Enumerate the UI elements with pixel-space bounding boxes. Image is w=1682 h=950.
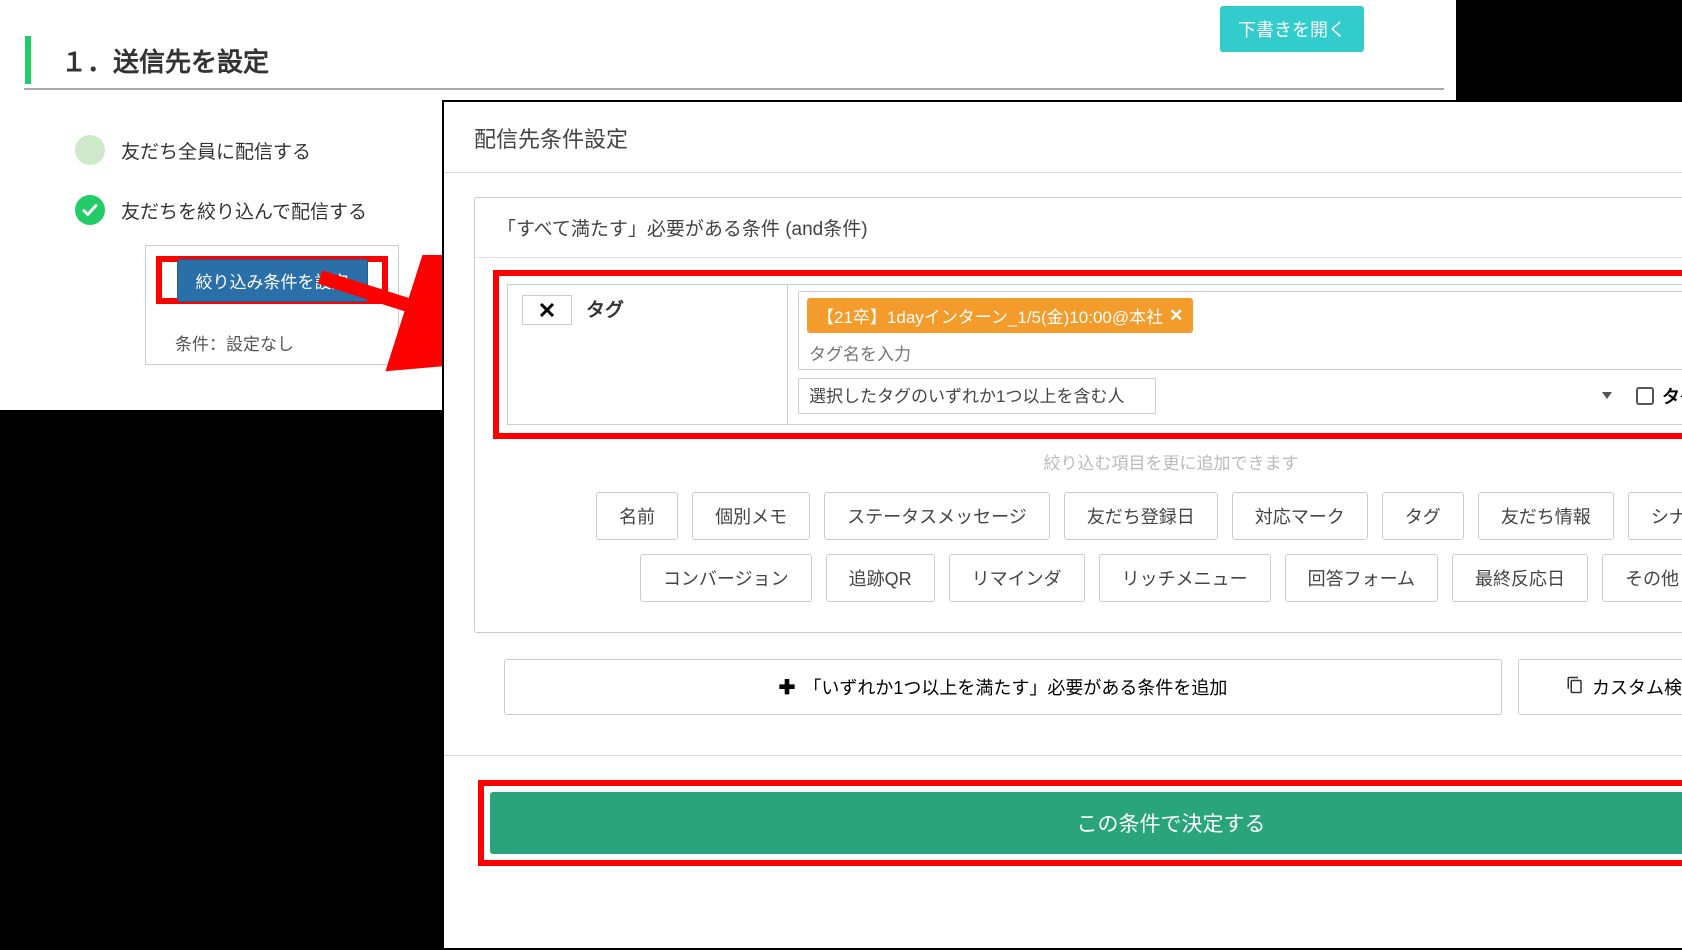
copy-label: カスタム検索からコピー xyxy=(1592,674,1682,700)
add-or-condition-button[interactable]: ✚ 「いずれか1つ以上を満たす」必要がある条件を追加 xyxy=(504,659,1502,715)
filter-item-14[interactable]: その他 xyxy=(1602,554,1682,602)
filter-item-0[interactable]: 名前 xyxy=(596,492,678,540)
filter-item-3[interactable]: 友だち登録日 xyxy=(1064,492,1218,540)
tag-condition-row: タグ 【21卒】1dayインターン_1/5(金)10:00@本社 ✕ ▾ xyxy=(507,284,1682,425)
filter-item-6[interactable]: 友だち情報 xyxy=(1478,492,1614,540)
filter-item-buttons: 名前個別メモステータスメッセージ友だち登録日対応マークタグ友だち情報シナリオコン… xyxy=(493,492,1682,602)
modal-header: 配信先条件設定 × xyxy=(444,102,1682,173)
radio-checked-icon xyxy=(75,195,105,225)
confirm-button[interactable]: この条件で決定する xyxy=(490,792,1682,854)
copy-from-custom-button[interactable]: カスタム検索からコピー xyxy=(1518,659,1682,715)
filter-item-12[interactable]: 回答フォーム xyxy=(1285,554,1438,602)
set-filter-button[interactable]: 絞り込み条件を設定 xyxy=(177,259,368,302)
section-divider xyxy=(24,88,1444,90)
modal-footer: この条件で決定する xyxy=(444,755,1682,896)
radio-send-all-label: 友だち全員に配信する xyxy=(121,137,311,164)
filter-item-1[interactable]: 個別メモ xyxy=(692,492,810,540)
and-condition-header: 「すべて満たす」必要がある条件 (and条件) xyxy=(475,198,1682,258)
filter-item-13[interactable]: 最終反応日 xyxy=(1452,554,1588,602)
highlight-box-confirm: この条件で決定する xyxy=(478,780,1682,866)
tag-row-left: タグ xyxy=(508,285,788,424)
checkbox-icon xyxy=(1636,387,1654,405)
radio-send-filtered[interactable]: 友だちを絞り込んで配信する xyxy=(75,195,367,225)
section-header: １．送信先を設定 xyxy=(25,36,1425,84)
add-or-label: 「いずれか1つ以上を満たす」必要がある条件を追加 xyxy=(803,674,1227,700)
modal-title: 配信先条件設定 xyxy=(474,122,628,154)
modal-body: 「すべて満たす」必要がある条件 (and条件) タグ xyxy=(444,173,1682,725)
condition-status: 条件：設定なし xyxy=(175,330,294,355)
filter-item-8[interactable]: コンバージョン xyxy=(640,554,812,602)
radio-unchecked-icon xyxy=(75,135,105,165)
filter-item-4[interactable]: 対応マーク xyxy=(1232,492,1368,540)
tag-folder-checkbox[interactable]: タグフォルダで指定 xyxy=(1636,383,1682,409)
tag-name-input[interactable] xyxy=(807,339,1682,367)
remove-tag-icon[interactable]: ✕ xyxy=(1169,306,1183,326)
tag-select-box[interactable]: 【21卒】1dayインターン_1/5(金)10:00@本社 ✕ ▾ xyxy=(798,291,1682,370)
add-hint-text: 絞り込む項目を更に追加できます xyxy=(493,449,1682,474)
filter-item-9[interactable]: 追跡QR xyxy=(826,554,935,602)
filter-item-2[interactable]: ステータスメッセージ xyxy=(824,492,1050,540)
selected-tag-text: 【21卒】1dayインターン_1/5(金)10:00@本社 xyxy=(817,303,1163,328)
filter-item-11[interactable]: リッチメニュー xyxy=(1099,554,1271,602)
filter-item-10[interactable]: リマインダ xyxy=(949,554,1085,602)
filter-modal: 配信先条件設定 × 「すべて満たす」必要がある条件 (and条件) タグ xyxy=(442,100,1682,950)
highlight-box-left: 絞り込み条件を設定 xyxy=(156,256,388,304)
tag-folder-label: タグフォルダで指定 xyxy=(1662,383,1682,409)
filter-item-5[interactable]: タグ xyxy=(1382,492,1464,540)
remove-condition-button[interactable] xyxy=(522,295,572,325)
filter-item-7[interactable]: シナリオ xyxy=(1628,492,1682,540)
radio-send-filtered-label: 友だちを絞り込んで配信する xyxy=(121,197,367,224)
tag-label: タグ xyxy=(586,295,624,322)
copy-icon xyxy=(1566,676,1584,699)
and-condition-panel: 「すべて満たす」必要がある条件 (and条件) タグ xyxy=(474,197,1682,633)
radio-send-all[interactable]: 友だち全員に配信する xyxy=(75,135,311,165)
selected-tag-pill[interactable]: 【21卒】1dayインターン_1/5(金)10:00@本社 ✕ xyxy=(807,298,1193,333)
tag-rule-select[interactable]: 選択したタグのいずれか1つ以上を含む人 xyxy=(798,378,1156,414)
plus-icon: ✚ xyxy=(779,675,796,700)
highlight-box-tag-row: タグ 【21卒】1dayインターン_1/5(金)10:00@本社 ✕ ▾ xyxy=(493,270,1682,439)
tag-row-right: 【21卒】1dayインターン_1/5(金)10:00@本社 ✕ ▾ 選択したタグ… xyxy=(788,285,1682,424)
